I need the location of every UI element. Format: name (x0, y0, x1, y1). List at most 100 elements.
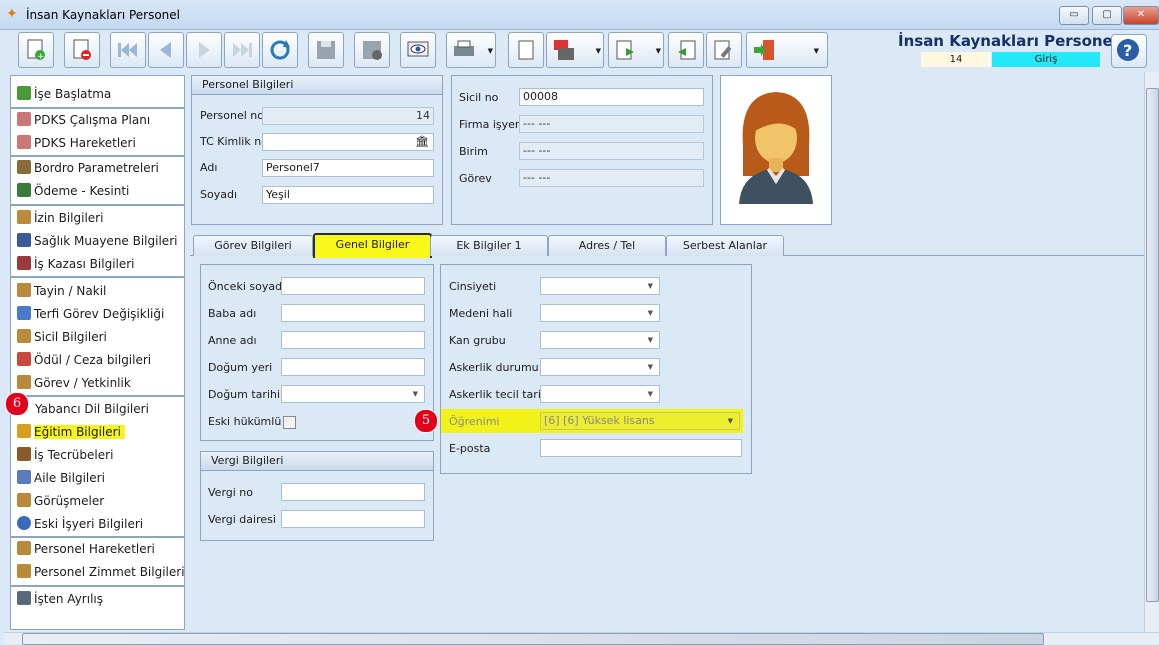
sidebar-item-isten-ayrilis[interactable]: İşten Ayrılış (17, 589, 103, 609)
family-icon (17, 470, 31, 484)
step-marker-5: 5 (414, 409, 438, 433)
window-title: İnsan Kaynakları Personel (26, 8, 181, 22)
sidebar-item-is-tecrube[interactable]: İş Tecrübeleri (17, 445, 113, 465)
baba-adi-input[interactable] (281, 304, 425, 322)
import-button[interactable] (668, 32, 704, 68)
print-button[interactable]: ▼ (446, 32, 496, 68)
sidebar-item-bordro[interactable]: Bordro Parametreleri (17, 158, 159, 178)
tab-ek-bilgiler-1[interactable]: Ek Bilgiler 1 (430, 235, 548, 256)
close-button[interactable]: ✕ (1123, 6, 1159, 25)
tab-serbest-alanlar[interactable]: Serbest Alanlar (666, 235, 784, 256)
new-record-button[interactable]: + (18, 32, 54, 68)
preview-button[interactable] (400, 32, 436, 68)
next-record-button[interactable] (186, 32, 222, 68)
sicil-input[interactable]: 00008 (519, 88, 704, 106)
vergi-no-input[interactable] (281, 483, 425, 501)
sidebar-item-zimmet[interactable]: Personel Zimmet Bilgileri (17, 562, 185, 582)
first-record-button[interactable] (110, 32, 146, 68)
chevron-down-icon: ▼ (813, 47, 819, 55)
help-button[interactable]: ? (1111, 34, 1147, 68)
horizontal-scrollbar[interactable] (4, 632, 1159, 645)
health-icon (17, 233, 31, 247)
vertical-scroll-thumb[interactable] (1146, 88, 1159, 602)
soyadi-input[interactable]: Yeşil (262, 186, 434, 204)
record-number-badge: 14 (921, 52, 991, 67)
exit-button[interactable]: ▼ (746, 32, 828, 68)
vergi-no-label: Vergi no (208, 486, 254, 499)
vergi-dairesi-label: Vergi dairesi (208, 513, 276, 526)
anne-adi-input[interactable] (281, 331, 425, 349)
firma-field: --- --- (519, 115, 704, 133)
sidebar-item-pdks-hareket[interactable]: PDKS Hareketleri (17, 133, 136, 153)
tc-kimlik-input[interactable]: 🏛 (262, 133, 434, 151)
bank-icon[interactable]: 🏛 (415, 134, 429, 150)
tab-adres-tel[interactable]: Adres / Tel (548, 235, 666, 256)
sidebar-item-izin[interactable]: İzin Bilgileri (17, 208, 103, 228)
previous-icon (160, 42, 171, 58)
flag-icon (17, 86, 31, 100)
personel-photo[interactable] (720, 75, 832, 225)
sidebar-item-saglik[interactable]: Sağlık Muayene Bilgileri (17, 231, 177, 251)
vertical-scrollbar[interactable] (1144, 72, 1159, 632)
onceki-soyadi-input[interactable] (281, 277, 425, 295)
tab-gorev-bilgileri[interactable]: Görev Bilgileri (193, 235, 313, 256)
sidebar-item-aile[interactable]: Aile Bilgileri (17, 468, 105, 488)
tab-genel-bilgiler[interactable]: Genel Bilgiler (313, 233, 432, 258)
person-icon (17, 210, 31, 224)
eski-hukumlu-checkbox[interactable] (283, 416, 296, 429)
sidebar-item-ise-baslatma[interactable]: İşe Başlatma (17, 84, 111, 104)
ogrenim-select[interactable]: [6] [6] Yüksek lisans ▼ (540, 412, 740, 430)
askerlik-tecil-label: Askerlik tecil tarihi (449, 388, 551, 401)
anne-adi-label: Anne adı (208, 334, 257, 347)
previous-record-button[interactable] (148, 32, 184, 68)
cancel-save-button[interactable] (354, 32, 390, 68)
last-record-button[interactable] (224, 32, 260, 68)
save-button[interactable] (308, 32, 344, 68)
sidebar-item-odul[interactable]: Ödül / Ceza bilgileri (17, 350, 151, 370)
exit-door-icon (754, 40, 774, 60)
cinsiyet-label: Cinsiyeti (449, 280, 497, 293)
sidebar-item-tayin[interactable]: Tayin / Nakil (17, 281, 106, 301)
sidebar-item-is-kazasi[interactable]: İş Kazası Bilgileri (17, 254, 135, 274)
adi-input[interactable]: Personel7 (262, 159, 434, 177)
sidebar-item-sicil[interactable]: Sicil Bilgileri (17, 327, 107, 347)
sidebar-item-terfi[interactable]: Terfi Görev Değişikliği (17, 304, 164, 324)
delete-record-button[interactable] (64, 32, 100, 68)
chevron-down-icon: ▼ (647, 363, 653, 371)
chevron-down-icon: ▼ (727, 417, 733, 425)
refresh-button[interactable] (262, 32, 298, 68)
kan-grubu-select[interactable]: ▼ (540, 331, 660, 349)
horizontal-scroll-thumb[interactable] (22, 633, 1044, 645)
title-bar: ✦ İnsan Kaynakları Personel ▭ ▢ ✕ (0, 0, 1159, 30)
sidebar-item-personel-hareket[interactable]: Personel Hareketleri (17, 539, 155, 559)
export-pdf-button[interactable]: ▼ (546, 32, 604, 68)
refresh-icon (270, 40, 290, 60)
minimize-button[interactable]: ▭ (1059, 6, 1089, 25)
sidebar-item-egitim[interactable]: Eğitim Bilgileri (17, 422, 125, 442)
cinsiyet-select[interactable]: ▼ (540, 277, 660, 295)
dogum-tarihi-select[interactable]: ▼ (281, 385, 425, 403)
sidebar-item-gorusmeler[interactable]: Görüşmeler (17, 491, 104, 511)
sidebar-item-odeme[interactable]: Ödeme - Kesinti (17, 181, 129, 201)
askerlik-label: Askerlik durumu (449, 361, 539, 374)
export-button[interactable]: ▼ (608, 32, 664, 68)
sidebar-item-eski-isyeri[interactable]: Eski İşyeri Bilgileri (17, 514, 143, 534)
vergi-dairesi-input[interactable] (281, 510, 425, 528)
first-icon (118, 43, 137, 57)
education-icon (17, 424, 31, 438)
eposta-input[interactable] (540, 439, 742, 457)
maximize-button[interactable]: ▢ (1092, 6, 1122, 25)
askerlik-select[interactable]: ▼ (540, 358, 660, 376)
info-icon (17, 516, 31, 530)
settings-button[interactable] (706, 32, 742, 68)
soyadi-label: Soyadı (200, 188, 238, 201)
dogum-yeri-input[interactable] (281, 358, 425, 376)
sidebar-item-gorev[interactable]: Görev / Yetkinlik (17, 373, 131, 393)
butterfly-app-icon: ✦ (6, 6, 18, 22)
attachment-button[interactable] (508, 32, 544, 68)
medeni-select[interactable]: ▼ (540, 304, 660, 322)
medeni-label: Medeni hali (449, 307, 513, 320)
askerlik-tecil-select[interactable]: ▼ (540, 385, 660, 403)
sidebar-item-yabanci-dil[interactable]: Yabancı Dil Bilgileri (35, 399, 149, 419)
sidebar-item-pdks-plan[interactable]: PDKS Çalışma Planı (17, 110, 150, 130)
